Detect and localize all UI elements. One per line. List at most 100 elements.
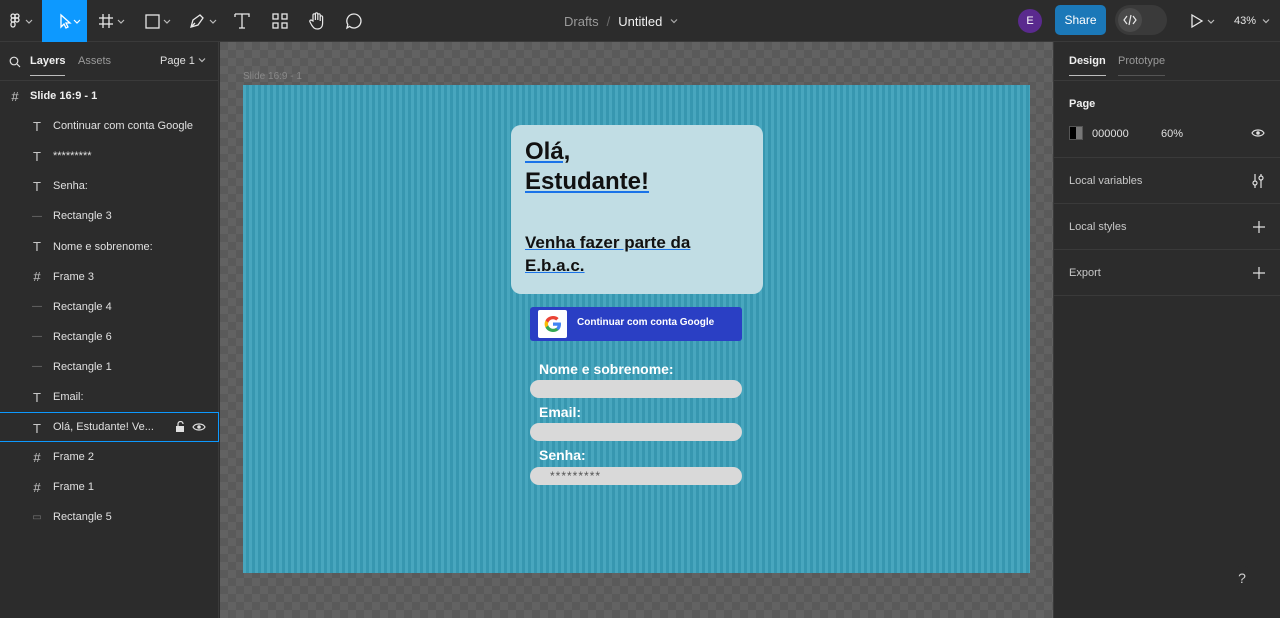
local-styles-label[interactable]: Local styles bbox=[1069, 221, 1126, 233]
zoom-label: 43% bbox=[1234, 15, 1257, 27]
shape-tool-icon[interactable] bbox=[138, 0, 178, 42]
left-panel-tabs: Layers Assets Page 1 bbox=[0, 42, 219, 81]
password-label[interactable]: Senha: bbox=[539, 447, 586, 463]
layer-name: ********* bbox=[53, 150, 92, 163]
layer-row[interactable]: — Rectangle 4 bbox=[0, 292, 219, 322]
frame-label[interactable]: Slide 16:9 - 1 bbox=[243, 71, 302, 82]
move-tool-icon[interactable] bbox=[42, 0, 87, 42]
page-opacity[interactable]: 60% bbox=[1161, 128, 1183, 140]
layer-name: Rectangle 1 bbox=[53, 360, 112, 373]
name-label[interactable]: Nome e sobrenome: bbox=[539, 361, 674, 377]
page-color-hex[interactable]: 000000 bbox=[1092, 128, 1129, 140]
rectangle-layer-icon: ▭ bbox=[32, 511, 42, 523]
export-section[interactable]: Export bbox=[1054, 250, 1280, 296]
code-icon bbox=[1118, 8, 1142, 32]
local-variables-section[interactable]: Local variables bbox=[1054, 158, 1280, 204]
greeting-text[interactable]: Olá, Estudante! bbox=[525, 137, 649, 197]
comment-icon[interactable] bbox=[340, 0, 368, 42]
layer-name: Nome e sobrenome: bbox=[53, 240, 153, 253]
layer-row[interactable]: # Frame 2 bbox=[0, 442, 219, 472]
eye-icon[interactable] bbox=[192, 422, 206, 435]
page-color-swatch[interactable] bbox=[1069, 126, 1083, 140]
share-button[interactable]: Share bbox=[1055, 5, 1106, 35]
dev-mode-toggle[interactable] bbox=[1115, 5, 1167, 35]
layer-row[interactable]: — Rectangle 1 bbox=[0, 352, 219, 382]
canvas[interactable]: Slide 16:9 - 1 Olá, Estudante! Venha faz… bbox=[220, 42, 1053, 618]
page-selector[interactable]: Page 1 bbox=[160, 55, 206, 67]
layer-name: Rectangle 4 bbox=[53, 300, 112, 313]
figma-menu-icon[interactable] bbox=[0, 0, 40, 42]
layer-name: Email: bbox=[53, 391, 84, 403]
name-field[interactable] bbox=[530, 380, 742, 398]
local-styles-section[interactable]: Local styles bbox=[1054, 204, 1280, 250]
export-label[interactable]: Export bbox=[1069, 267, 1101, 279]
layer-row[interactable]: # Slide 16:9 - 1 bbox=[0, 81, 219, 111]
title-separator: / bbox=[606, 13, 611, 29]
google-login-button[interactable]: Continuar com conta Google bbox=[530, 307, 742, 341]
layer-row[interactable]: T Olá, Estudante! Ve... bbox=[0, 412, 219, 443]
layer-row[interactable]: T ********* bbox=[0, 141, 219, 171]
text-tool-icon[interactable] bbox=[228, 0, 256, 42]
search-icon[interactable] bbox=[9, 56, 21, 68]
welcome-card[interactable]: Olá, Estudante! Venha fazer parte da E.b… bbox=[511, 125, 763, 294]
tab-assets[interactable]: Assets bbox=[78, 55, 111, 67]
email-field[interactable] bbox=[530, 423, 742, 441]
help-button[interactable]: ? bbox=[1230, 566, 1254, 590]
hand-tool-icon[interactable] bbox=[303, 0, 331, 42]
present-button[interactable] bbox=[1184, 0, 1220, 42]
layer-name: Frame 1 bbox=[53, 481, 94, 494]
eye-icon[interactable] bbox=[1251, 128, 1265, 138]
file-title[interactable]: Drafts / Untitled bbox=[564, 0, 678, 42]
layer-name: Frame 2 bbox=[53, 451, 94, 464]
layer-row[interactable]: ▭ Rectangle 5 bbox=[0, 502, 219, 532]
google-button-label: Continuar com conta Google bbox=[577, 317, 715, 328]
chevron-down-icon bbox=[198, 58, 206, 63]
properties-panel: Design Prototype Page 000000 60% Local v… bbox=[1053, 42, 1280, 618]
add-export-icon[interactable] bbox=[1253, 267, 1265, 279]
chevron-down-icon bbox=[1262, 19, 1270, 24]
layer-row[interactable]: T Nome e sobrenome: bbox=[0, 232, 219, 262]
variables-settings-icon[interactable] bbox=[1251, 173, 1265, 189]
add-style-icon[interactable] bbox=[1253, 221, 1265, 233]
layer-row[interactable]: T Continuar com conta Google bbox=[0, 111, 219, 141]
unlock-icon[interactable] bbox=[175, 421, 186, 436]
password-field[interactable]: ********* bbox=[530, 467, 742, 485]
frame-layer-icon: # bbox=[33, 269, 41, 285]
text-layer-icon: T bbox=[33, 178, 41, 194]
zoom-control[interactable]: 43% bbox=[1234, 0, 1270, 42]
invite-line-2: E.b.a.c. bbox=[525, 256, 585, 275]
text-layer-icon: T bbox=[33, 148, 41, 164]
tab-layers[interactable]: Layers bbox=[30, 55, 66, 76]
pen-tool-icon[interactable] bbox=[183, 0, 223, 42]
invite-text[interactable]: Venha fazer parte da E.b.a.c. bbox=[525, 231, 755, 277]
layers-panel: Layers Assets Page 1 # Slide 16:9 - 1 T Con… bbox=[0, 42, 219, 618]
layer-name: Frame 3 bbox=[53, 270, 94, 283]
tab-design[interactable]: Design bbox=[1069, 55, 1106, 76]
layer-name: Rectangle 6 bbox=[53, 330, 112, 343]
layer-row[interactable]: # Frame 3 bbox=[0, 262, 219, 292]
page-section: Page 000000 60% bbox=[1054, 82, 1280, 158]
resources-icon[interactable] bbox=[266, 0, 294, 42]
email-label[interactable]: Email: bbox=[539, 404, 581, 420]
layer-name: Rectangle 3 bbox=[53, 210, 112, 223]
page-section-title: Page bbox=[1069, 98, 1096, 110]
layer-row[interactable]: — Rectangle 3 bbox=[0, 201, 219, 231]
google-logo-icon bbox=[538, 310, 567, 338]
layer-row[interactable]: # Frame 1 bbox=[0, 472, 219, 502]
greeting-line-1: Olá, bbox=[525, 138, 571, 165]
chevron-down-icon[interactable] bbox=[670, 17, 678, 25]
layer-name: Olá, Estudante! Ve... bbox=[53, 421, 154, 434]
tab-prototype[interactable]: Prototype bbox=[1118, 55, 1166, 76]
layer-row[interactable]: — Rectangle 6 bbox=[0, 322, 219, 352]
layer-row[interactable]: T Email: bbox=[0, 382, 219, 412]
layer-row[interactable]: T Senha: bbox=[0, 171, 219, 201]
right-panel-tabs: Design Prototype bbox=[1054, 42, 1280, 81]
local-variables-label[interactable]: Local variables bbox=[1069, 175, 1142, 187]
slide-frame[interactable]: Olá, Estudante! Venha fazer parte da E.b… bbox=[243, 85, 1030, 573]
page-selector-label: Page 1 bbox=[160, 55, 195, 67]
avatar[interactable]: E bbox=[1018, 9, 1042, 33]
drafts-link[interactable]: Drafts bbox=[564, 14, 599, 29]
file-name[interactable]: Untitled bbox=[618, 14, 662, 29]
rectangle-layer-icon: — bbox=[32, 331, 42, 343]
frame-tool-icon[interactable] bbox=[92, 0, 132, 42]
